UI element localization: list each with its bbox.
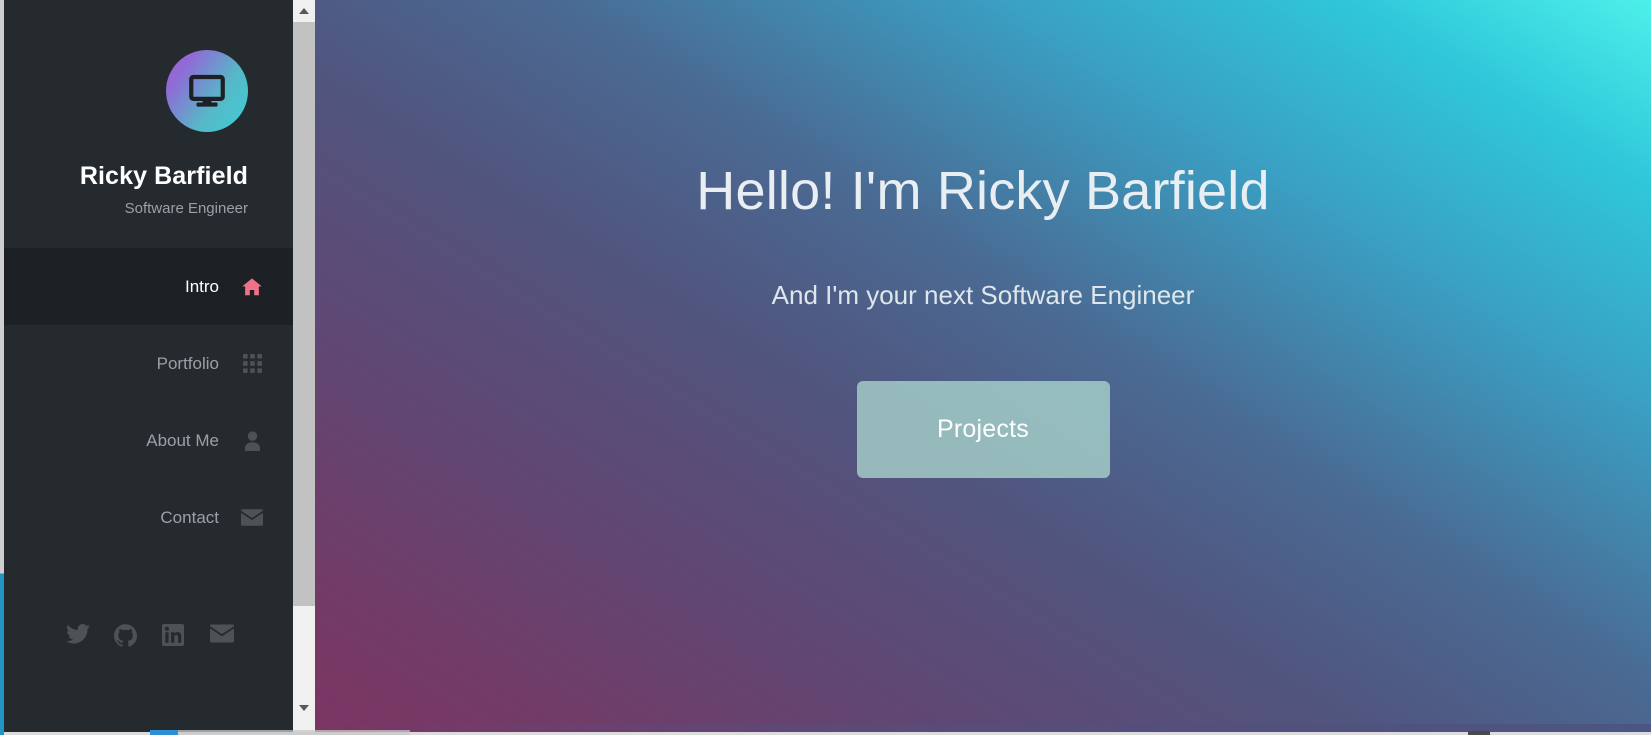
sidebar-item-about-me[interactable]: About Me [4,402,293,479]
page-title: Hello! I'm Ricky Barfield [696,161,1270,221]
profile-name: Ricky Barfield [79,162,248,190]
sidebar-item-contact[interactable]: Contact [4,479,293,556]
vertical-scrollbar[interactable] [293,0,315,735]
scrollbar-track[interactable] [293,22,315,697]
sidebar-item-portfolio[interactable]: Portfolio [4,325,293,402]
grid-icon [241,353,263,375]
taskbar-accent-right [1468,731,1490,735]
envelope-icon [241,507,263,529]
chevron-down-icon [299,705,309,711]
email-icon[interactable] [210,624,234,648]
taskbar-accent [150,730,178,735]
twitter-icon[interactable] [66,624,90,648]
home-icon [241,276,263,298]
desktop-monitor-icon [189,74,225,107]
avatar [166,50,248,132]
sidebar-item-label: About Me [146,431,219,450]
scrollbar-thumb[interactable] [293,22,315,606]
sidebar: Ricky Barfield Software Engineer Intro P… [4,0,293,735]
sidebar-item-label: Intro [184,277,219,296]
chevron-up-icon [299,8,309,14]
sidebar-nav: Intro Portfolio About Me Contact [4,248,293,556]
profile-role: Software Engineer [124,200,248,217]
avatar-circle [166,50,248,132]
window-bottom-chrome [0,724,1651,735]
profile-header: Ricky Barfield Software Engineer [4,0,293,248]
scrollbar-down-button[interactable] [293,697,315,719]
browser-viewport: Ricky Barfield Software Engineer Intro P… [0,0,1651,735]
hero-subtitle: And I'm your next Software Engineer [771,280,1195,311]
hero-section: Hello! I'm Ricky Barfield And I'm your n… [315,0,1651,724]
user-icon [241,430,263,452]
sidebar-item-intro[interactable]: Intro [4,248,293,325]
social-links [4,624,293,648]
window-left-edge [0,0,4,735]
sidebar-item-label: Contact [160,508,219,527]
taskbar-items-hint [150,730,410,735]
sidebar-item-label: Portfolio [156,354,219,373]
projects-button[interactable]: Projects [856,381,1110,479]
linkedin-icon[interactable] [162,624,186,648]
github-icon[interactable] [114,624,138,648]
scrollbar-up-button[interactable] [293,0,315,22]
